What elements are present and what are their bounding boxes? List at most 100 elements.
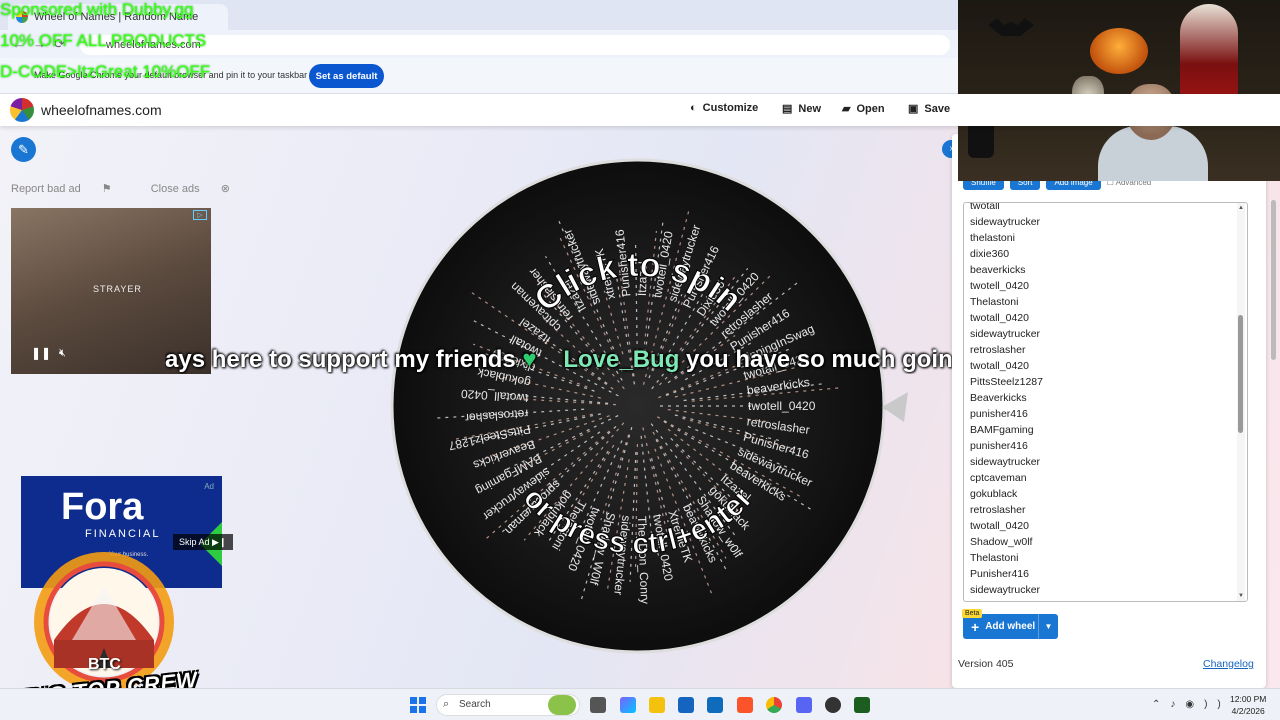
edit-pencil-button[interactable]: ✎ <box>11 137 36 162</box>
dropdown-arrow-icon[interactable]: ▼ <box>1038 614 1058 639</box>
chat-username: Love_Bug <box>563 346 680 373</box>
entry-item[interactable]: Beaverkicks <box>970 390 1043 406</box>
chat-message-start: ays here to support my friends <box>165 346 523 373</box>
entries-scrollbar-thumb[interactable] <box>1238 315 1243 433</box>
entry-item[interactable]: sidewaytrucker <box>970 454 1043 470</box>
entry-item[interactable]: retroslasher <box>970 342 1043 358</box>
entries-textarea[interactable]: twotall sidewaytrucker thelastoni dixie360 b… <box>963 202 1248 602</box>
palette-icon: ◐ <box>690 102 697 114</box>
webcam-overlay <box>958 0 1280 181</box>
entry-item[interactable]: twotall <box>970 203 1043 214</box>
discord-icon[interactable] <box>796 697 812 713</box>
obs-icon[interactable] <box>825 697 841 713</box>
clock-time: 12:00 PM <box>1230 694 1267 704</box>
brave-icon[interactable] <box>737 697 753 713</box>
new-label: New <box>798 102 822 115</box>
wheel-slice-label: twotell_0420 <box>748 399 816 413</box>
scroll-up-icon[interactable]: ▲ <box>1238 205 1244 211</box>
ad-links: Report bad ad ⚑ Close ads ⊗ <box>11 182 266 195</box>
entry-item[interactable]: sidewaytrucker <box>970 214 1043 230</box>
entry-item[interactable]: Thelastoni <box>970 294 1043 310</box>
flag-icon: ⚑ <box>101 183 112 195</box>
entry-item[interactable]: BAMFgaming <box>970 422 1043 438</box>
save-label: Save <box>924 102 951 115</box>
set-as-default-button[interactable]: Set as default <box>309 64 384 88</box>
new-button[interactable]: ▤ New <box>782 102 822 116</box>
entry-item[interactable]: twotall_0420 <box>970 310 1043 326</box>
report-bad-ad-label: Report bad ad <box>11 183 81 195</box>
scroll-down-icon[interactable]: ▼ <box>1238 593 1244 599</box>
entry-item[interactable]: twotall_0420 <box>970 598 1043 601</box>
entries-scrollbar[interactable]: ▲ ▼ <box>1237 203 1245 601</box>
open-label: Open <box>856 102 885 115</box>
entry-item[interactable]: retroslasher <box>970 502 1043 518</box>
sponsor-line-1: Sponsored with Dubby.gg <box>0 0 194 19</box>
entry-item[interactable]: Punisher416 <box>970 566 1043 582</box>
folder-icon: ▰ <box>842 103 851 115</box>
pencil-icon: ✎ <box>18 142 29 157</box>
windows-start-icon[interactable] <box>410 697 426 713</box>
beta-badge: Beta <box>962 609 983 618</box>
bat-decoration <box>988 18 1034 36</box>
version-text: Version 405 <box>958 658 1014 670</box>
pause-icon[interactable]: ❚❚ <box>31 346 51 360</box>
btc-initials: BTC <box>88 656 121 673</box>
sponsor-line-2: 10% OFF ALL PRODUCTS <box>0 31 207 50</box>
entry-item[interactable]: twotell_0420 <box>970 278 1043 294</box>
entry-item[interactable]: twotall_0420 <box>970 518 1043 534</box>
file-explorer-icon[interactable] <box>649 697 665 713</box>
terminal-icon[interactable] <box>854 697 870 713</box>
entry-item[interactable]: thelastoni <box>970 230 1043 246</box>
entry-item[interactable]: PittsSteelz1287 <box>970 374 1043 390</box>
sponsor-line-3: D-CODE>ItzGreat 10%OFF <box>0 62 211 81</box>
entry-item[interactable]: cptcaveman <box>970 470 1043 486</box>
wheel-pointer-icon <box>882 392 908 422</box>
page-scrollbar-thumb[interactable] <box>1271 200 1276 360</box>
entry-item[interactable]: beaverkicks <box>970 262 1043 278</box>
ad-label: Ad <box>204 482 214 491</box>
entry-item[interactable]: Shadow_w0lf <box>970 534 1043 550</box>
wheel-graphic[interactable]: twotell_0420retroslasherPunisher416sidew… <box>390 158 910 654</box>
fora-brand: Fora <box>61 486 144 528</box>
system-tray-icons[interactable]: ⌃♪◉)) <box>1152 699 1231 710</box>
entry-item[interactable]: dixie360 <box>970 246 1043 262</box>
chrome-icon[interactable] <box>766 697 782 713</box>
video-ad-brand: STRAYER <box>93 284 142 294</box>
report-bad-ad-link[interactable]: Report bad ad ⚑ <box>11 183 130 195</box>
outlook-icon[interactable] <box>707 697 723 713</box>
site-logo-icon[interactable] <box>10 98 34 122</box>
clock-date: 4/2/2026 <box>1231 706 1265 716</box>
changelog-link[interactable]: Changelog <box>1203 658 1254 670</box>
search-icon: ⌕ <box>443 698 450 710</box>
fora-subtitle: FINANCIAL <box>85 528 161 540</box>
entry-list: twotall sidewaytrucker thelastoni dixie360 b… <box>970 203 1043 601</box>
close-ads-label: Close ads <box>150 183 200 195</box>
mute-icon[interactable]: 🔇︎ <box>59 347 66 360</box>
entry-item[interactable]: Thelastoni <box>970 550 1043 566</box>
plus-icon: + <box>971 618 980 635</box>
entry-item[interactable]: gokublack <box>970 486 1043 502</box>
new-file-icon: ▤ <box>782 103 793 115</box>
entry-item[interactable]: sidewaytrucker <box>970 582 1043 598</box>
task-view-icon[interactable] <box>590 697 606 713</box>
entry-item[interactable]: sidewaytrucker <box>970 326 1043 342</box>
ad-choices-icon[interactable]: ▷ <box>193 210 207 220</box>
widget-icon[interactable] <box>548 695 576 715</box>
add-wheel-label: Add wheel <box>985 621 1036 632</box>
save-button[interactable]: ▣ Save <box>908 102 951 116</box>
copilot-icon[interactable] <box>620 697 636 713</box>
entry-item[interactable]: twotall_0420 <box>970 358 1043 374</box>
customize-button[interactable]: ◐ Customize <box>690 102 758 114</box>
url-field[interactable]: wheelofnames.com <box>80 35 950 55</box>
site-header: wheelofnames.com ◐ Customize ▤ New ▰ Open ▣… <box>0 94 1280 126</box>
spin-wheel[interactable]: twotell_0420 retroslasher Punisher416 sidew… <box>390 158 910 654</box>
entry-item[interactable]: punisher416 <box>970 438 1043 454</box>
store-icon[interactable] <box>678 697 694 713</box>
taskbar-clock[interactable]: 12:00 PM 4/2/2026 <box>1230 693 1266 717</box>
open-button[interactable]: ▰ Open <box>842 102 885 116</box>
page-scrollbar[interactable] <box>1271 140 1277 680</box>
close-ads-link[interactable]: Close ads ⊗ <box>151 183 248 195</box>
entry-item[interactable]: punisher416 <box>970 406 1043 422</box>
pumpkin-decoration <box>1090 28 1148 74</box>
site-title[interactable]: wheelofnames.com <box>41 102 162 118</box>
